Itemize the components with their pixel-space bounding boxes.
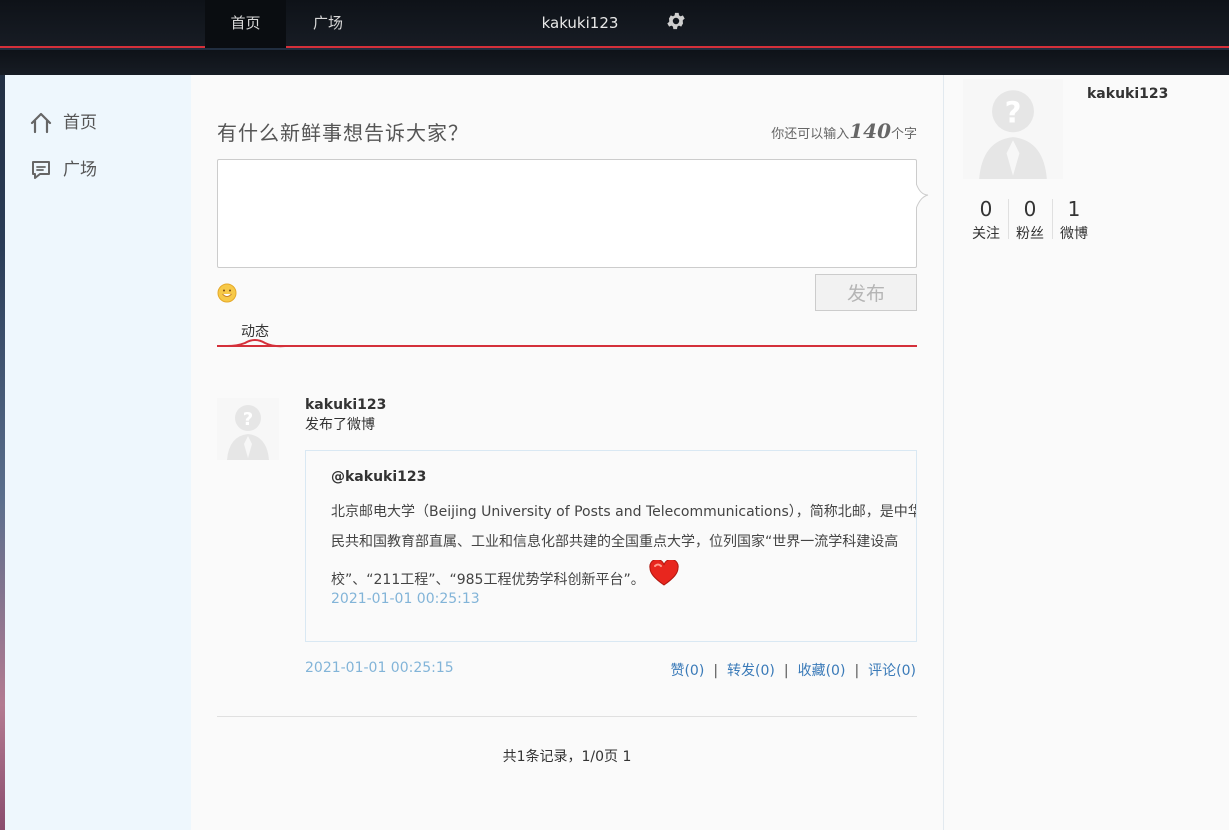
- top-nav-bar: 首页 广场 kakuki123: [0, 0, 1229, 48]
- feed-divider: [217, 716, 917, 717]
- char-counter: 你还可以输入140个字: [771, 119, 917, 143]
- left-sidebar: 首页 广场: [5, 75, 191, 830]
- default-avatar-icon: ?: [963, 79, 1063, 179]
- post-actions: 赞(0) | 转发(0) | 收藏(0) | 评论(0): [670, 663, 916, 679]
- home-icon: [30, 112, 52, 134]
- sidebar-item-label: 首页: [63, 113, 97, 133]
- stat-followers[interactable]: 0 粉丝: [1008, 195, 1052, 243]
- post-time: 2021-01-01 00:25:15: [305, 660, 454, 676]
- profile-username[interactable]: kakuki123: [1087, 86, 1168, 102]
- profile-avatar[interactable]: ?: [963, 79, 1063, 179]
- gear-icon: [667, 12, 685, 30]
- favorite-button[interactable]: 收藏(0): [798, 663, 846, 679]
- emoji-icon[interactable]: [217, 283, 237, 303]
- default-avatar-icon: ?: [217, 398, 279, 460]
- textarea-tail-decoration: [916, 183, 929, 209]
- main-content: 有什么新鲜事想告诉大家？ 你还可以输入140个字 发布 动态 ? kakuki1…: [191, 75, 943, 830]
- char-counter-value: 140: [849, 119, 891, 143]
- avatar[interactable]: ?: [217, 398, 279, 460]
- quoted-post-username[interactable]: @kakuki123: [331, 469, 426, 485]
- sidebar-item-label: 广场: [63, 160, 97, 180]
- quoted-post-line-last: 校”、“211工程”、“985工程优势学科创新平台”。: [331, 557, 916, 595]
- quoted-post-box: @kakuki123 北京邮电大学（Beijing University of …: [305, 450, 917, 642]
- right-profile-panel: ? kakuki123 0 关注 0 粉丝 1 微博: [943, 75, 1229, 830]
- post-action-text: 发布了微博: [305, 417, 375, 433]
- svg-text:?: ?: [1005, 96, 1022, 130]
- stat-posts[interactable]: 1 微博: [1052, 195, 1096, 243]
- tab-underline: [217, 345, 917, 347]
- quoted-post-line: 北京邮电大学（Beijing University of Posts and T…: [331, 504, 917, 520]
- post-textarea-box: [217, 159, 917, 268]
- quoted-post-text: 北京邮电大学（Beijing University of Posts and T…: [331, 497, 917, 595]
- like-button[interactable]: 赞(0): [670, 663, 704, 679]
- publish-button[interactable]: 发布: [815, 274, 917, 311]
- svg-text:?: ?: [243, 409, 253, 430]
- comment-button[interactable]: 评论(0): [868, 663, 916, 679]
- composer-title: 有什么新鲜事想告诉大家？: [217, 121, 469, 145]
- pagination: 共1条记录，1/0页 1: [502, 749, 632, 765]
- header-background-strip: [0, 50, 1229, 75]
- post-username[interactable]: kakuki123: [305, 397, 386, 413]
- quoted-post-time: 2021-01-01 00:25:13: [331, 591, 480, 607]
- tab-active-indicator: [227, 339, 286, 348]
- post-textarea[interactable]: [218, 160, 916, 267]
- nav-home-link[interactable]: 首页: [205, 0, 286, 48]
- settings-gear-button[interactable]: [662, 10, 690, 38]
- repost-button[interactable]: 转发(0): [727, 663, 775, 679]
- nav-username-link[interactable]: kakuki123: [530, 0, 630, 48]
- nav-square-link[interactable]: 广场: [290, 0, 366, 48]
- quoted-post-line: 民共和国教育部直属、工业和信息化部共建的全国重点大学，位列国家“世界一流学科建设…: [331, 534, 899, 550]
- chat-icon: [32, 161, 50, 179]
- heart-icon: [649, 560, 679, 586]
- stat-following[interactable]: 0 关注: [964, 195, 1008, 243]
